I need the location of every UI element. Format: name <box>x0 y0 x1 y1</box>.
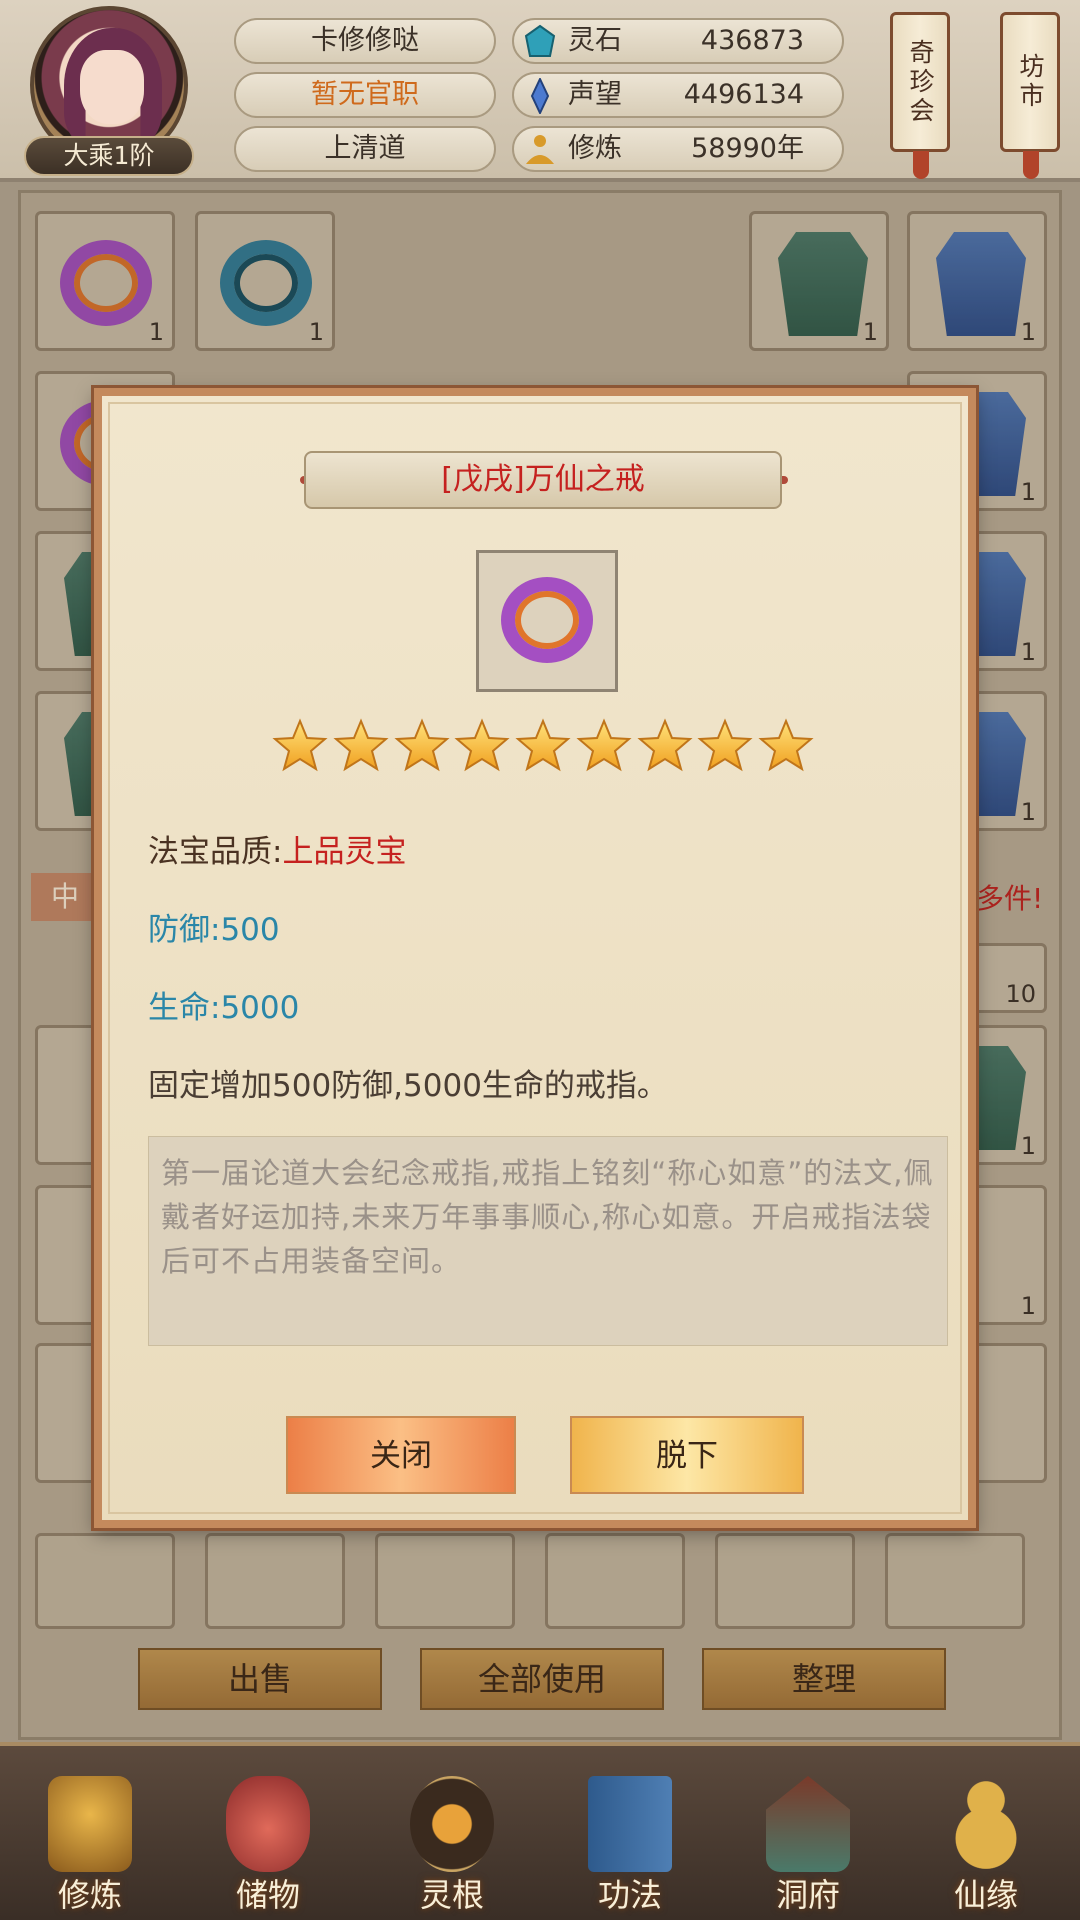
hp-row: 生命:5000 <box>148 982 299 1027</box>
quality-value: 上品灵宝 <box>282 834 407 870</box>
nav-fate[interactable]: 仙缘 <box>926 1776 1046 1916</box>
defense-value: 500 <box>220 912 280 948</box>
nav-label: 储物 <box>235 1876 300 1914</box>
nav-storage[interactable]: 储物 <box>208 1776 328 1916</box>
hp-value: 5000 <box>220 990 300 1026</box>
quality-label: 法宝品质: <box>148 834 283 870</box>
nav-cave[interactable]: 洞府 <box>748 1776 868 1916</box>
unequip-button[interactable]: 脱下 <box>570 1416 804 1494</box>
prestige-counter: 声望 4496134 <box>512 72 844 118</box>
prestige-label: 声望 <box>568 79 622 110</box>
star-icon <box>333 718 389 774</box>
star-icon <box>454 718 510 774</box>
treasure-auction-button[interactable]: 奇珍会 <box>890 12 950 179</box>
nav-label: 修炼 <box>57 1876 122 1914</box>
nav-label: 功法 <box>597 1876 662 1914</box>
rank-badge: 大乘1阶 <box>24 136 194 176</box>
star-icon <box>515 718 571 774</box>
star-rating <box>272 718 814 778</box>
prestige-value: 4496134 <box>683 79 804 110</box>
spirit-stone-counter: 灵石 436873 <box>512 18 844 64</box>
cultivation-value: 58990年 <box>691 133 804 164</box>
storage-bag-icon <box>226 1776 310 1872</box>
item-detail-dialog: [戊戌]万仙之戒 法宝品质:上品灵宝 防御:500 生命:5000 固定增加50… <box>94 388 976 1528</box>
player-name: 卡修修哒 <box>234 18 496 64</box>
nav-spirit-root[interactable]: 灵根 <box>392 1776 512 1916</box>
ring-icon <box>501 577 593 663</box>
gourd-icon <box>944 1776 1028 1872</box>
hp-label: 生命: <box>148 990 221 1026</box>
cultivate-icon <box>48 1776 132 1872</box>
star-icon <box>697 718 753 774</box>
prestige-crystal-icon <box>530 78 550 114</box>
spirit-root-icon <box>410 1776 494 1872</box>
scripture-book-icon <box>588 1776 672 1872</box>
lore-text: 第一届论道大会纪念戒指,戒指上铭刻“称心如意”的法文,佩戴者好运加持,未来万年事… <box>148 1136 948 1346</box>
spirit-stone-value: 436873 <box>700 25 804 56</box>
official-position: 暂无官职 <box>234 72 496 118</box>
market-button[interactable]: 坊市 <box>1000 12 1060 179</box>
star-icon <box>636 718 693 774</box>
nav-techniques[interactable]: 功法 <box>570 1776 690 1916</box>
bottom-nav: 修炼 储物 灵根 功法 洞府 仙缘 <box>0 1742 1080 1920</box>
meditation-icon <box>526 135 554 164</box>
item-preview <box>476 550 618 692</box>
star-icon <box>393 718 450 774</box>
nav-label: 灵根 <box>419 1876 484 1914</box>
spirit-stone-label: 灵石 <box>568 25 622 56</box>
effect-description: 固定增加500防御,5000生命的戒指。 <box>148 1068 668 1104</box>
top-header: 大乘1阶 卡修修哒 暂无官职 上清道 灵石 436873 声望 4496134 … <box>0 0 1080 182</box>
defense-row: 防御:500 <box>148 904 280 949</box>
defense-label: 防御: <box>148 912 221 948</box>
cultivation-counter: 修炼 58990年 <box>512 126 844 172</box>
nav-label: 洞府 <box>775 1876 840 1914</box>
nav-cultivate[interactable]: 修炼 <box>30 1776 150 1916</box>
nav-label: 仙缘 <box>953 1876 1018 1914</box>
spirit-stone-icon <box>524 24 556 57</box>
cultivation-label: 修炼 <box>568 133 622 164</box>
cave-dwelling-icon <box>766 1776 850 1872</box>
star-icon <box>758 718 814 774</box>
quality-row: 法宝品质:上品灵宝 <box>148 826 406 871</box>
item-title: [戊戌]万仙之戒 <box>304 451 782 509</box>
avatar-face <box>80 50 144 124</box>
sect-name: 上清道 <box>234 126 496 172</box>
star-icon <box>272 718 328 774</box>
close-button[interactable]: 关闭 <box>286 1416 516 1494</box>
star-icon <box>576 718 632 774</box>
